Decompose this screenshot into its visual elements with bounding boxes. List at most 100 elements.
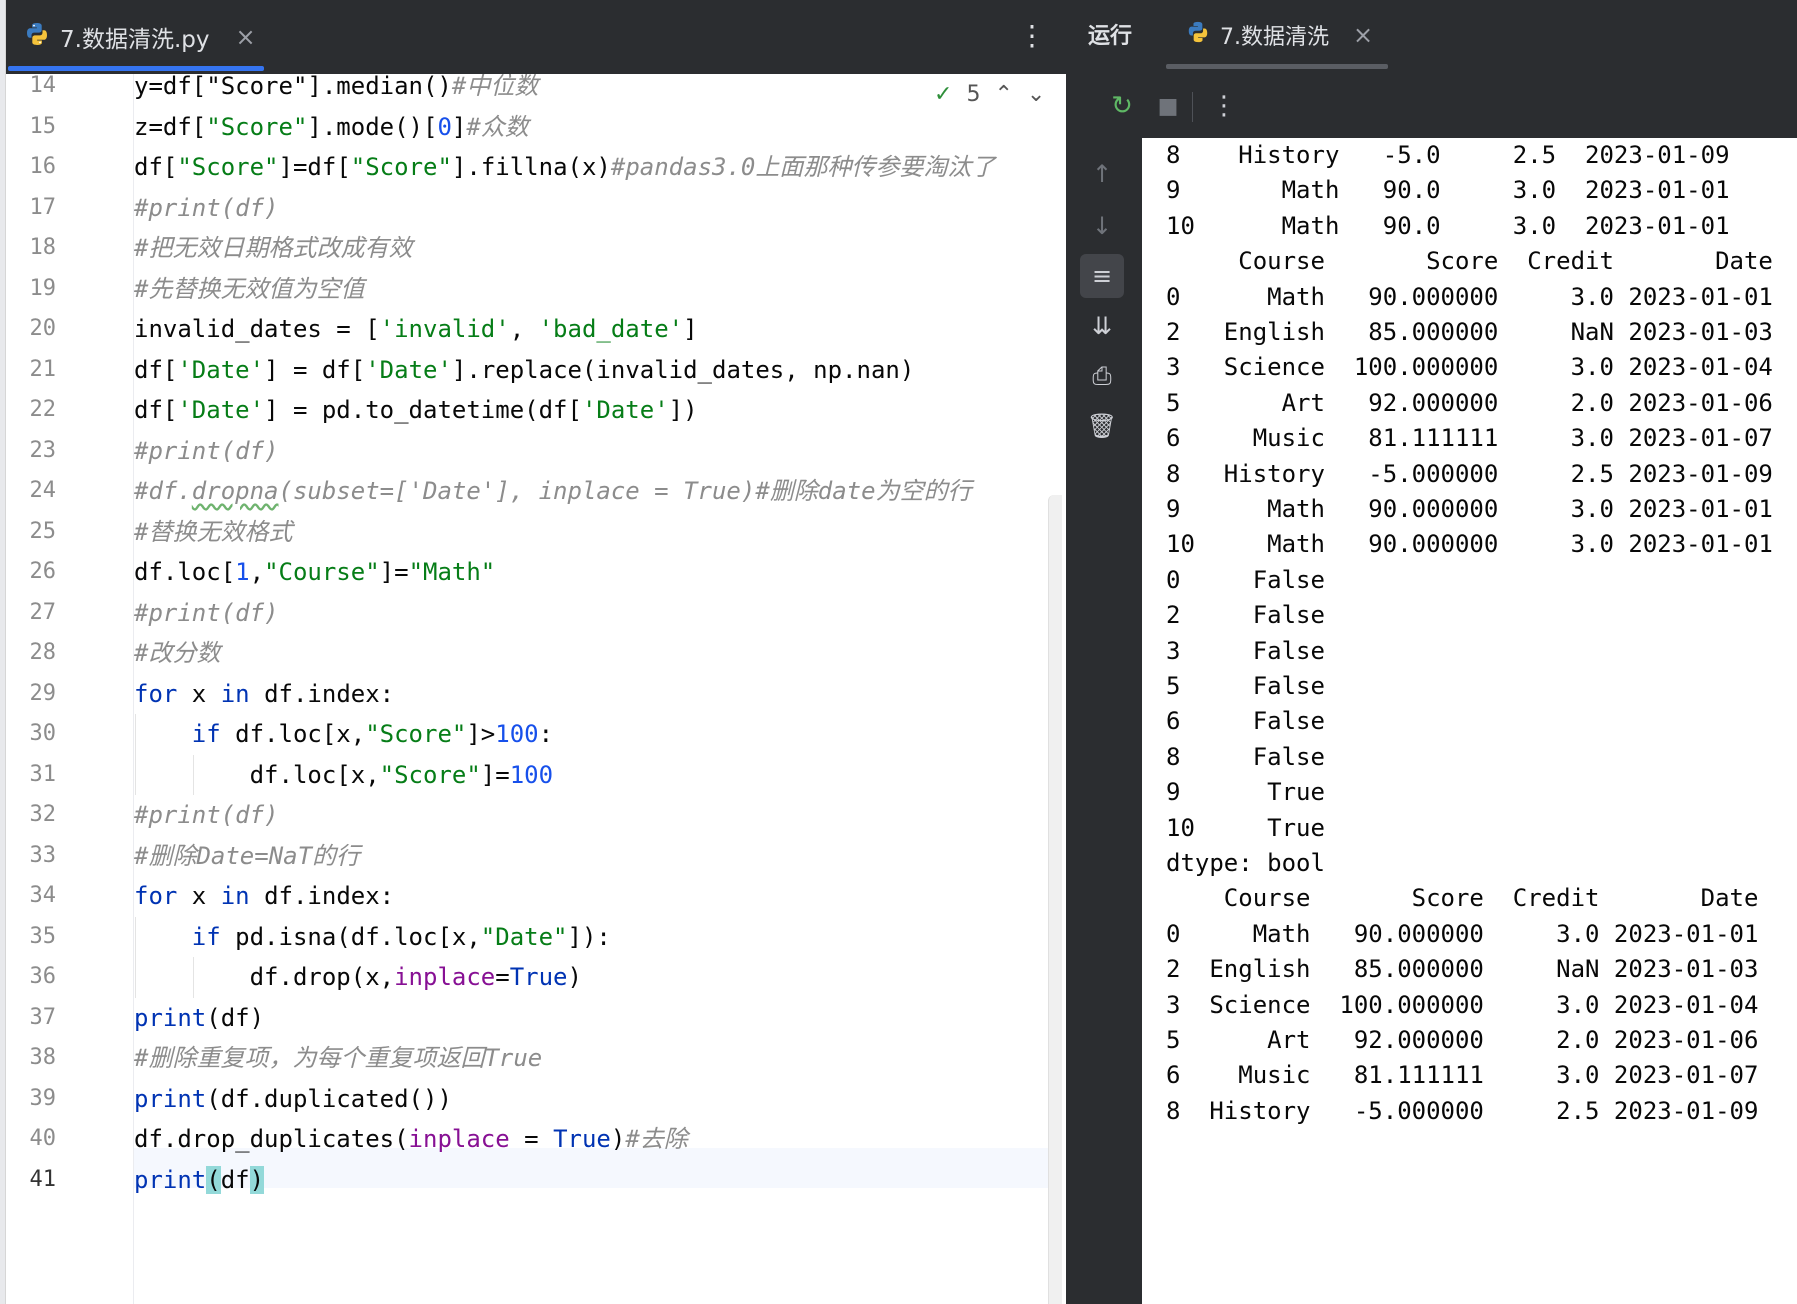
print-icon[interactable]: ⎙ — [1080, 354, 1124, 398]
stop-icon[interactable]: ■ — [1150, 88, 1186, 124]
line-number: 28 — [29, 640, 57, 665]
code-line[interactable]: invalid_dates = ['invalid', 'bad_date'] — [134, 309, 698, 350]
editor-file-tab[interactable]: 7.数据清洗.py × — [24, 0, 256, 74]
line-number: 27 — [29, 599, 57, 625]
rerun-icon[interactable]: ↻ — [1104, 88, 1140, 124]
code-line[interactable]: for x in df.index: — [134, 674, 394, 715]
console-line: 3 False — [1166, 636, 1325, 665]
console-line: 3 Science 100.000000 3.0 2023-01-04 — [1166, 990, 1759, 1019]
line-number: 35 — [29, 923, 57, 949]
code-token: for — [134, 679, 178, 708]
active-tab-indicator — [1166, 64, 1388, 69]
scroll-to-end-icon[interactable]: ⇊ — [1080, 304, 1124, 348]
previous-highlight-icon[interactable]: ⌃ — [994, 82, 1012, 107]
code-token: print — [134, 1165, 207, 1194]
code-line[interactable]: df['Date'] = pd.to_datetime(df['Date']) — [134, 390, 698, 431]
run-tab-label: 7.数据清洗 — [1220, 25, 1329, 50]
code-line[interactable]: df['Date'] = df['Date'].replace(invalid_… — [134, 350, 914, 391]
code-token: #删除Date=NaT的行 — [134, 841, 361, 870]
close-tab-icon[interactable]: × — [235, 23, 255, 51]
code-line[interactable]: df.drop(x,inplace=True) — [134, 957, 582, 998]
editor-scrollbar[interactable] — [1048, 495, 1062, 1304]
code-token: ].fillna(x) — [451, 153, 611, 181]
code-token: df.loc[x, — [134, 760, 380, 789]
code-token: #删除重复项，为每个重复项返回True — [134, 1044, 543, 1072]
next-occurrence-icon[interactable]: ↓ — [1080, 204, 1124, 248]
clear-all-icon[interactable]: 🗑 — [1080, 404, 1124, 448]
code-line[interactable]: print(df.duplicated()) — [134, 1079, 452, 1120]
console-line: 2 English 85.000000 NaN 2023-01-03 — [1166, 955, 1759, 984]
code-line[interactable]: #删除Date=NaT的行 — [134, 836, 360, 877]
run-tab-bar: 运行 7.数据清洗 × — [1066, 0, 1797, 70]
line-number: 15 — [29, 113, 57, 139]
console-line: 5 Art 92.000000 2.0 2023-01-06 — [1166, 388, 1773, 417]
inspection-count: 5 — [966, 82, 981, 107]
code-line[interactable]: #df.dropna(subset=['Date'], inplace = Tr… — [134, 471, 972, 512]
console-line: 9 Math 90.0 3.0 2023-01-01 — [1166, 176, 1730, 205]
console-line: 8 False — [1166, 742, 1325, 771]
code-token: df.drop(x, — [134, 963, 395, 991]
code-token: 'bad_date' — [538, 315, 684, 343]
code-line[interactable]: df.drop_duplicates(inplace = True)#去除 — [134, 1119, 688, 1160]
code-line[interactable]: #替换无效格式 — [134, 512, 292, 553]
code-token: "Score" — [365, 720, 467, 748]
code-line[interactable]: if df.loc[x,"Score"]>100: — [134, 714, 553, 755]
close-tab-icon[interactable]: × — [1353, 21, 1373, 49]
code-token: df.loc[ — [134, 558, 236, 586]
code-token: print — [134, 1003, 207, 1032]
code-line[interactable]: y=df["Score"].median()#中位数 — [134, 74, 538, 107]
line-number: 33 — [29, 842, 57, 868]
console-output[interactable]: 8 History -5.0 2.5 2023-01-09 9 Math 90.0… — [1142, 138, 1797, 1304]
code-line[interactable]: #删除重复项，为每个重复项返回True — [134, 1038, 542, 1079]
code-line[interactable]: #print(df) — [134, 593, 279, 634]
code-token: ) — [567, 963, 582, 991]
code-line[interactable]: #改分数 — [134, 633, 220, 674]
more-options-icon[interactable]: ⋮ — [1018, 18, 1046, 54]
console-line: Course Score Credit Date — [1166, 884, 1759, 913]
console-line: 6 Music 81.111111 3.0 2023-01-07 — [1166, 1061, 1759, 1090]
line-number-gutter[interactable]: 14 15 16 17 18 19 20 21 22 23 24 25 26 27 28 29 30 31 32 33… — [6, 73, 134, 1304]
indent-guide — [192, 957, 194, 998]
code-token: (subset=['Date'], inplace = True)#删除date… — [278, 477, 972, 505]
code-line[interactable]: for x in df.index: — [134, 876, 394, 917]
console-line: 5 False — [1166, 672, 1325, 700]
code-line[interactable]: #print(df) — [134, 795, 279, 836]
code-token: #改分数 — [134, 639, 221, 667]
code-line[interactable]: #print(df) — [134, 431, 279, 472]
code-token: ]= — [379, 558, 409, 586]
code-token: #print(df) — [134, 193, 279, 222]
line-number: 36 — [29, 964, 57, 989]
code-line[interactable]: if pd.isna(df.loc[x,"Date"]): — [134, 917, 611, 958]
code-line[interactable]: #print(df) — [134, 188, 279, 229]
code-line[interactable]: #把无效日期格式改成有效 — [134, 228, 412, 269]
code-line[interactable]: print(df) — [134, 1160, 265, 1201]
line-number: 32 — [29, 802, 57, 827]
code-token: "Course" — [264, 558, 380, 586]
code-line[interactable]: print(df) — [134, 998, 264, 1039]
code-token: #替换无效格式 — [134, 517, 293, 546]
code-line[interactable]: df.loc[1,"Course"]="Math" — [134, 552, 495, 593]
inspection-widget[interactable]: ✓ 5 ⌃ ⌄ — [930, 82, 1050, 107]
code-token: #df. — [134, 477, 192, 505]
code-line[interactable]: #先替换无效值为空值 — [134, 269, 364, 310]
code-token: ]): — [567, 922, 611, 951]
code-token: ]> — [466, 720, 496, 748]
previous-occurrence-icon[interactable]: ↑ — [1080, 152, 1124, 196]
code-line[interactable]: df.loc[x,"Score"]=100 — [134, 755, 553, 796]
code-token: True — [509, 963, 568, 991]
code-line[interactable]: z=df["Score"].mode()[0]#众数 — [134, 107, 529, 148]
code-token: #print(df) — [134, 801, 279, 829]
next-highlight-icon[interactable]: ⌄ — [1027, 82, 1045, 107]
console-line: 0 False — [1166, 565, 1325, 594]
code-line[interactable]: df["Score"]=df["Score"].fillna(x)#pandas… — [134, 147, 995, 188]
code-editor[interactable]: y=df["Score"].median()#中位数 z=df["Score"].… — [134, 74, 1048, 1304]
line-number: 16 — [29, 154, 57, 179]
code-token: 'Date' — [177, 355, 265, 384]
editor-tab-bar: 7.数据清洗.py × ⋮ — [0, 0, 1066, 74]
soft-wrap-icon[interactable]: ≡ — [1080, 254, 1124, 298]
line-number: 25 — [29, 518, 57, 544]
run-config-tab[interactable]: 7.数据清洗 × — [1186, 0, 1373, 70]
more-options-icon[interactable]: ⋮ — [1206, 88, 1242, 124]
code-token: "Date" — [480, 922, 568, 951]
run-toolbar: ↻ ■ ⋮ — [1066, 78, 1797, 134]
